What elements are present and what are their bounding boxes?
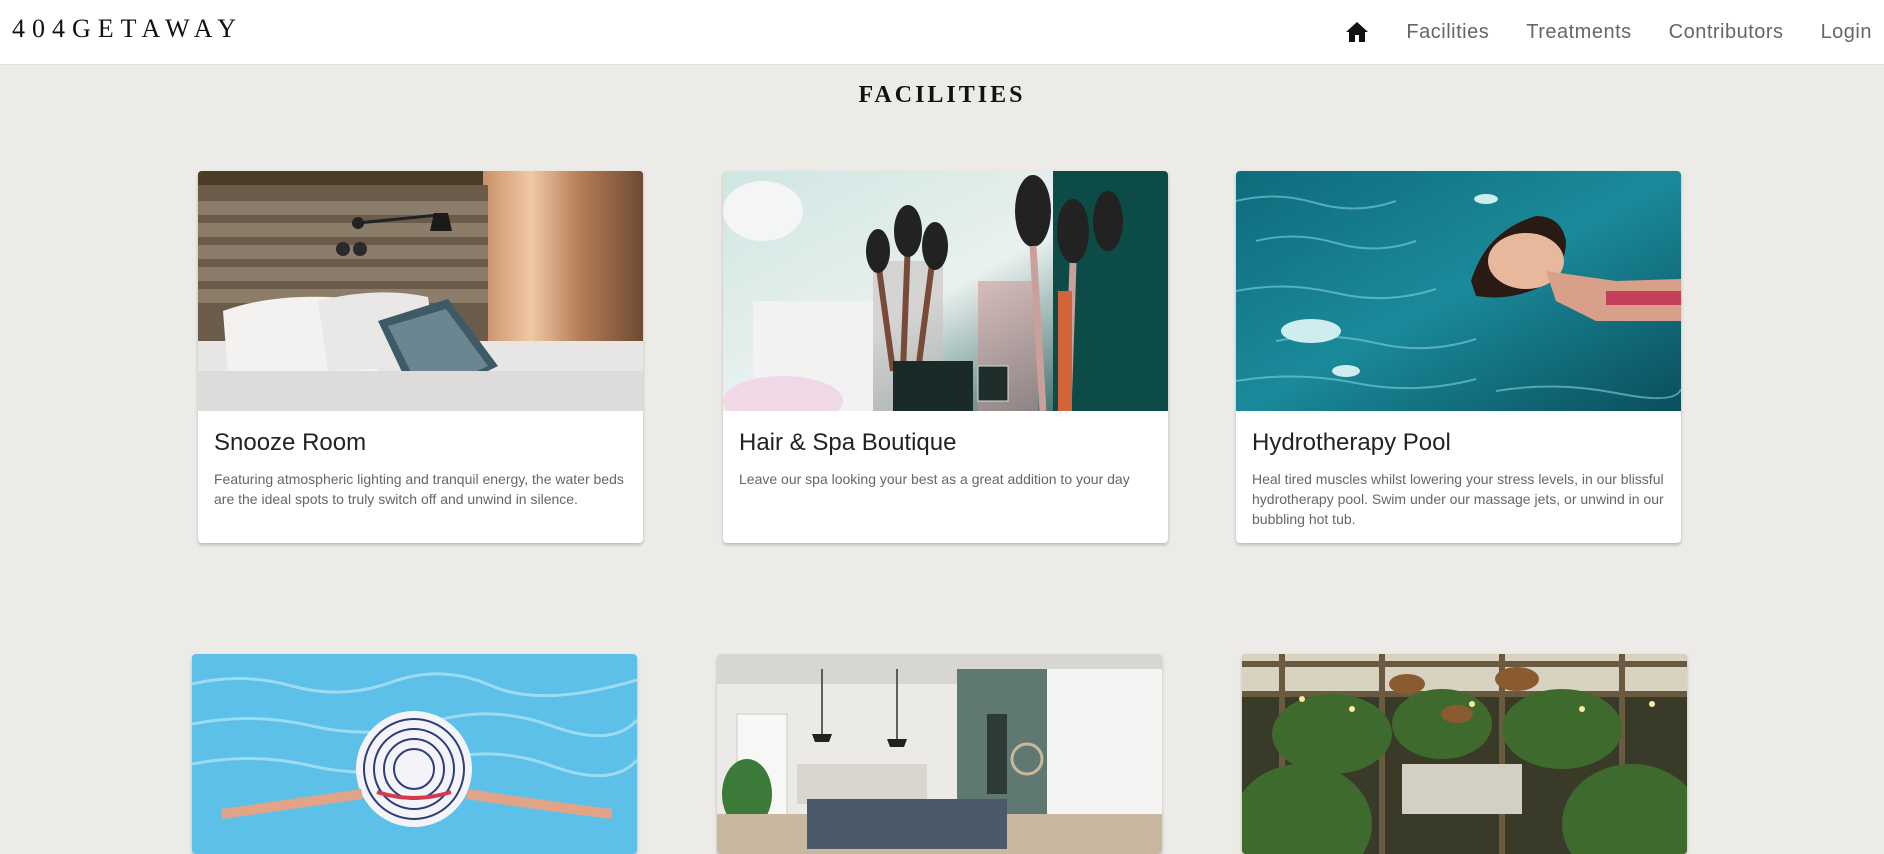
card-body: Snooze Room Featuring atmospheric lighti… — [198, 411, 643, 525]
facility-card-hydrotherapy-pool[interactable]: Hydrotherapy Pool Heal tired muscles whi… — [1236, 171, 1681, 543]
facility-card-snooze-room[interactable]: Snooze Room Featuring atmospheric lighti… — [198, 171, 643, 543]
nav-link-facilities[interactable]: Facilities — [1406, 21, 1489, 44]
card-body: Hydrotherapy Pool Heal tired muscles whi… — [1236, 411, 1681, 543]
home-icon — [1346, 22, 1369, 42]
card-title: Hydrotherapy Pool — [1252, 429, 1451, 456]
facility-card-garden[interactable] — [1242, 654, 1687, 854]
page-title: FACILITIES — [858, 82, 1026, 108]
lounge-interior-photo — [717, 654, 1162, 854]
home-link[interactable] — [1344, 19, 1370, 45]
card-body: Hair & Spa Boutique Leave our spa lookin… — [723, 411, 1168, 505]
card-description: Leave our spa looking your best as a gre… — [739, 471, 1130, 487]
brand-logo[interactable]: 404GETAWAY — [12, 14, 243, 44]
facility-card-lounge[interactable] — [717, 654, 1162, 854]
nav-menu: Facilities Treatments Contributors Login — [1344, 0, 1884, 64]
garden-pergola-photo — [1242, 654, 1687, 854]
card-description: Heal tired muscles whilst lowering your … — [1252, 471, 1664, 527]
card-title: Snooze Room — [214, 429, 367, 456]
facility-card-pool-sunhat[interactable] — [192, 654, 637, 854]
navbar: 404GETAWAY Facilities Treatments Contrib… — [0, 0, 1884, 65]
card-description: Featuring atmospheric lighting and tranq… — [214, 471, 624, 507]
nav-link-contributors[interactable]: Contributors — [1669, 21, 1784, 44]
nav-link-treatments[interactable]: Treatments — [1526, 21, 1631, 44]
bedroom-photo — [198, 171, 643, 411]
card-title: Hair & Spa Boutique — [739, 429, 957, 456]
nav-link-login[interactable]: Login — [1821, 21, 1872, 44]
facility-card-hair-spa[interactable]: Hair & Spa Boutique Leave our spa lookin… — [723, 171, 1168, 543]
woman-floating-pool-photo — [1236, 171, 1681, 411]
pool-sunhat-photo — [192, 654, 637, 854]
makeup-brushes-photo — [723, 171, 1168, 411]
